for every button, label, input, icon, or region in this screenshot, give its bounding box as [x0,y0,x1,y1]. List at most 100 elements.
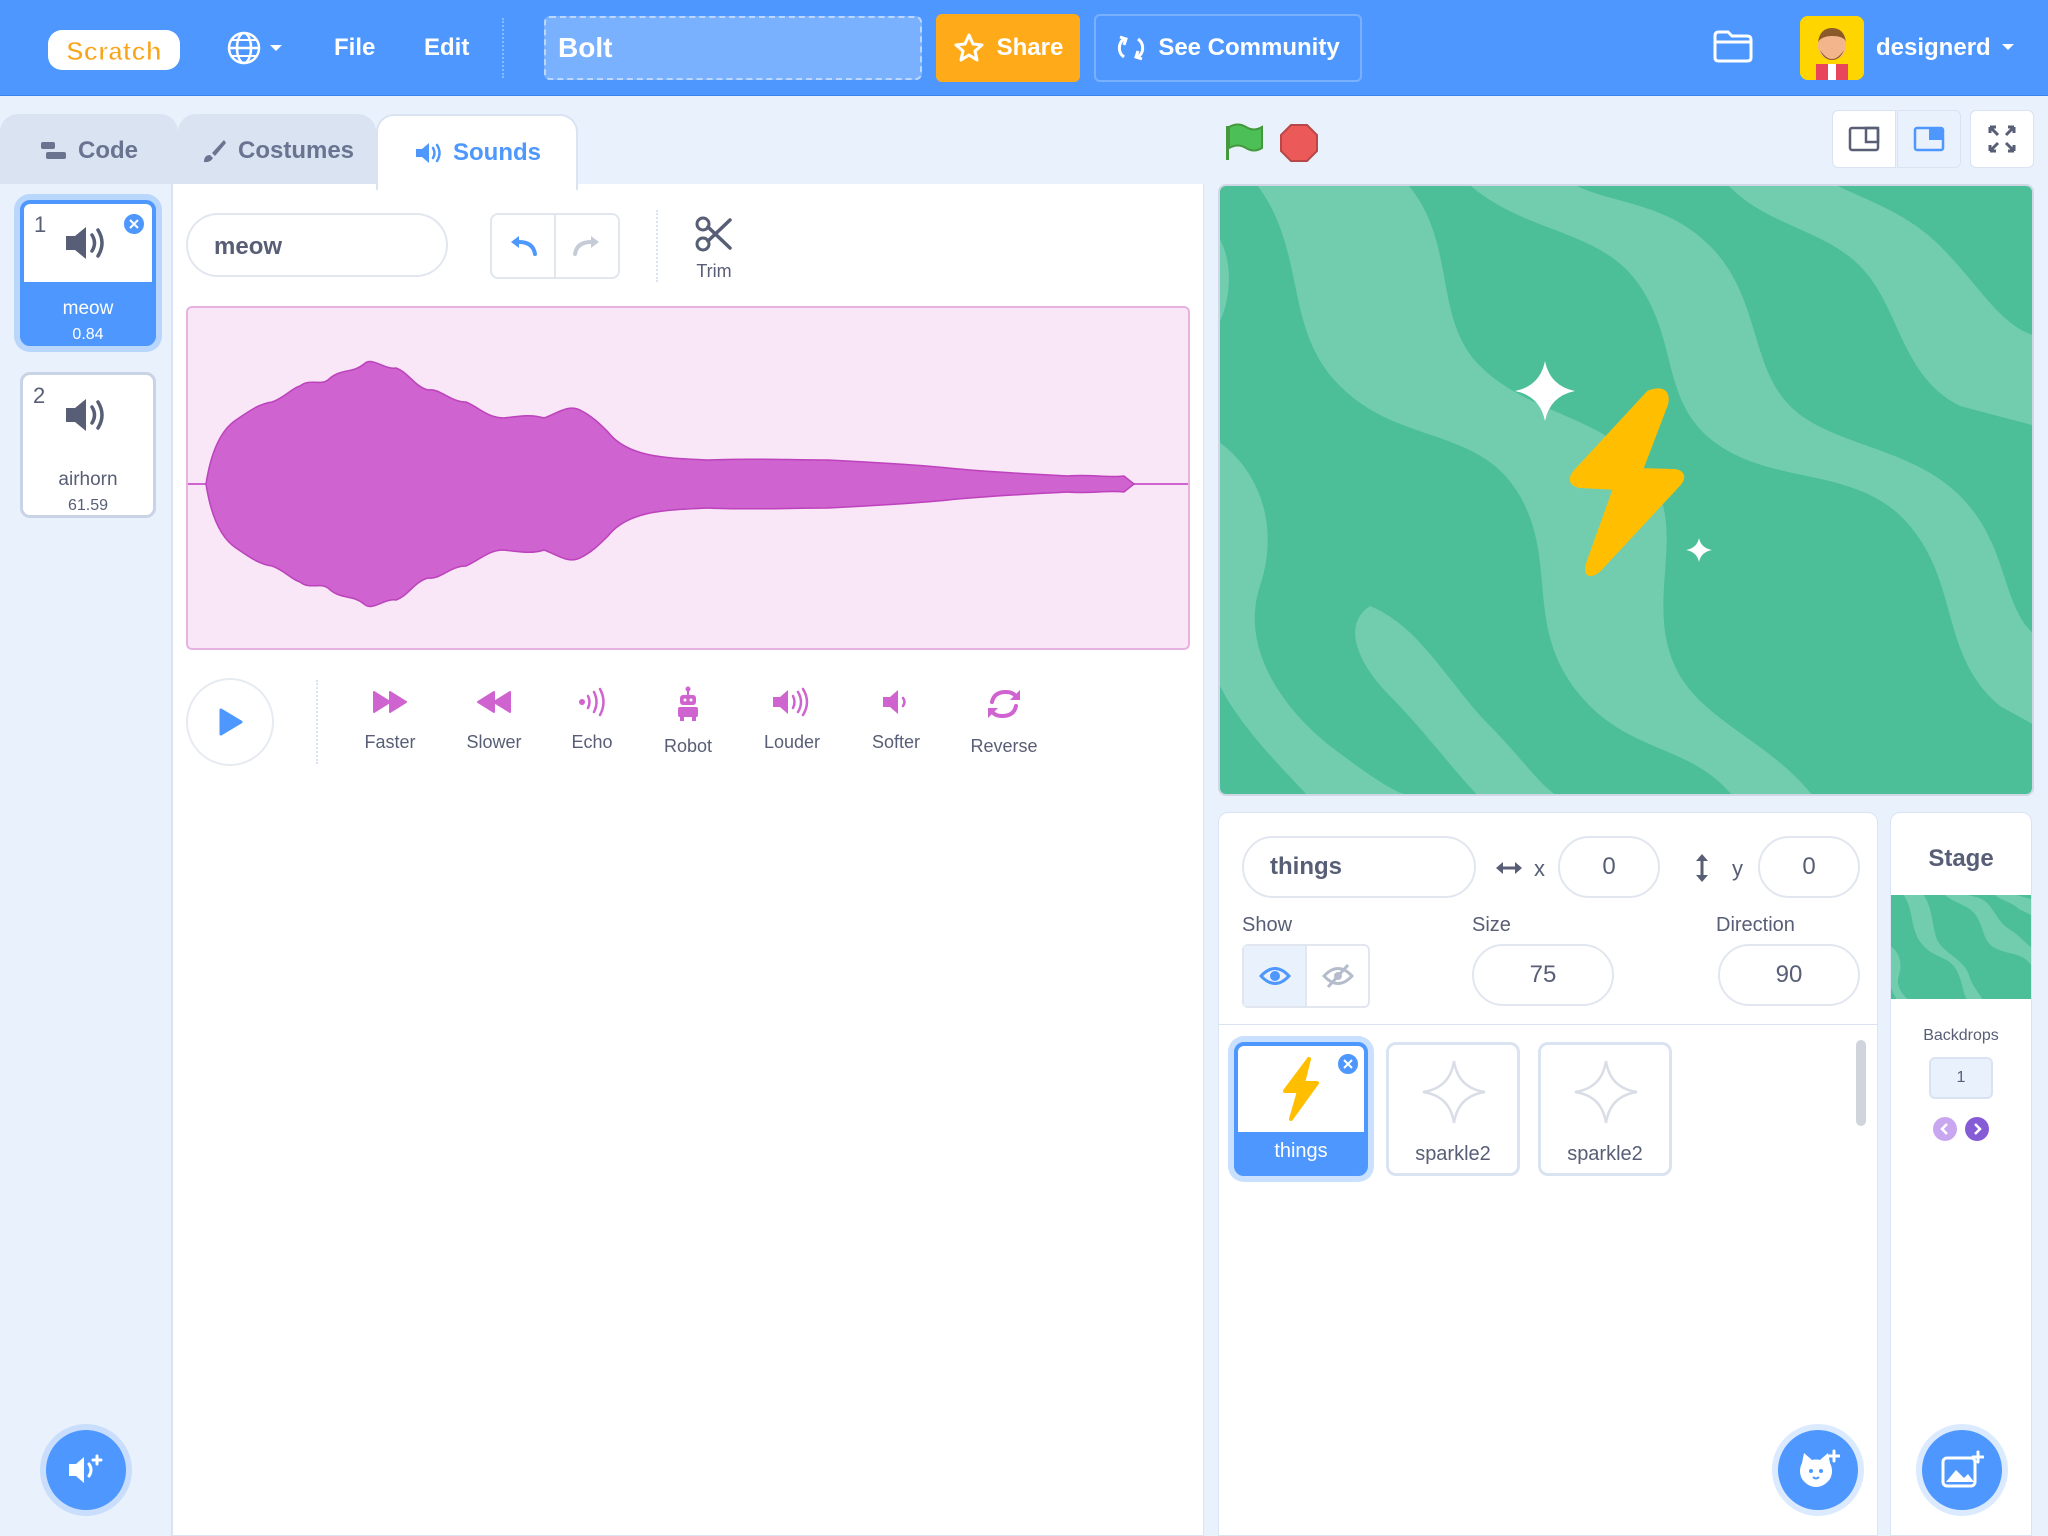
reverse-label: Reverse [970,736,1038,756]
redo-icon [573,236,599,256]
username[interactable]: designerd [1876,34,1991,62]
echo-icon [579,687,605,717]
scratch-logo[interactable]: Scratch [46,26,182,74]
size-label: Size [1472,914,1511,936]
waveform-graphic [188,360,1188,608]
echo-effect-button[interactable]: Echo [542,686,642,753]
small-stage-icon [1848,126,1880,152]
redo-button[interactable] [556,215,618,277]
play-sound-button[interactable] [186,678,274,766]
show-sprite-button[interactable] [1244,946,1307,1006]
softer-label: Softer [871,732,921,752]
sprite-name: things [1274,1140,1328,1162]
large-stage-button[interactable] [1897,110,1961,168]
speaker-icon [66,399,104,431]
horizontal-arrows-icon [1496,862,1522,874]
sprite-tile-sparkle2[interactable]: sparkle2 [1386,1042,1520,1176]
stage-canvas[interactable] [1218,184,2034,796]
menu-bar: Scratch File Edit Bolt Share See Communi… [0,0,2048,96]
sprite-name: sparkle2 [1567,1143,1643,1165]
add-backdrop-icon [1941,1450,1984,1488]
sound-item-meow[interactable]: 1 meow 0.84 [20,200,156,346]
small-stage-button[interactable] [1832,110,1896,168]
slower-effect-button[interactable]: Slower [444,686,544,753]
backdrop-count: 1 [1929,1057,1993,1099]
softer-effect-button[interactable]: Softer [846,686,946,753]
robot-effect-button[interactable]: Robot [638,686,738,757]
fullscreen-button[interactable] [1970,110,2034,168]
faster-effect-button[interactable]: Faster [340,686,440,753]
cat-add-icon [1800,1449,1840,1487]
slower-label: Slower [466,732,522,752]
delete-sound-button[interactable] [122,212,146,236]
tab-code[interactable]: Code [0,114,178,186]
scissors-icon [695,216,732,252]
previous-backdrop-button[interactable] [1933,1117,1957,1141]
faster-icon [373,691,407,713]
sound-name: meow [62,298,114,319]
trim-label: Trim [696,261,732,281]
close-icon [129,219,139,229]
file-menu[interactable]: File [334,34,375,62]
delete-sprite-button[interactable] [1336,1052,1360,1076]
size-input[interactable]: 75 [1472,944,1614,1006]
sound-number: 2 [33,383,46,408]
tab-code-label: Code [78,137,138,164]
waveform-display[interactable] [186,306,1190,650]
visibility-toggle [1242,944,1370,1008]
louder-label: Louder [763,732,821,752]
stage-selector-panel[interactable]: Stage Backdrops 1 [1890,812,2032,1536]
stage-backdrop [1220,186,2032,794]
project-title-input[interactable]: Bolt [544,16,922,80]
green-flag-icon[interactable] [1222,122,1264,167]
x-position-input[interactable]: 0 [1558,836,1660,898]
add-sound-button[interactable] [46,1430,126,1510]
hide-sprite-button[interactable] [1307,946,1368,1006]
sprite-tile-things[interactable]: things [1234,1042,1368,1176]
logo-text: Scratch [66,36,161,66]
reverse-effect-button[interactable]: Reverse [954,686,1054,757]
community-arrows-icon [1118,35,1145,61]
tab-costumes[interactable]: Costumes [178,114,376,186]
sound-duration: 0.84 [72,326,104,343]
direction-label: Direction [1716,914,1795,936]
add-backdrop-button[interactable] [1922,1430,2002,1510]
play-icon [219,708,243,736]
stage-title: Stage [1928,845,1994,872]
my-stuff-folder-icon[interactable] [1712,28,1754,69]
language-menu[interactable] [226,30,286,66]
toolbar-divider [656,210,658,282]
avatar[interactable] [1800,16,1864,80]
tab-costumes-label: Costumes [237,137,355,164]
sprite-panel-divider [1218,1024,1878,1025]
sound-name-input[interactable]: meow [186,213,448,277]
louder-effect-button[interactable]: Louder [742,686,842,753]
trim-button[interactable]: Trim [688,214,740,282]
sound-item-airhorn[interactable]: 2 airhorn 61.59 [20,372,156,518]
robot-icon [678,686,698,721]
sparkle-icon [1574,1060,1638,1124]
y-position-input[interactable]: 0 [1758,836,1860,898]
tab-sounds-label: Sounds [453,139,541,166]
backdrops-label: Backdrops [1923,1027,1999,1044]
large-stage-icon [1913,126,1945,152]
see-community-button[interactable]: See Community [1094,14,1362,82]
account-chevron-down-icon[interactable] [2000,42,2016,52]
share-button[interactable]: Share [936,14,1080,82]
sound-name: airhorn [58,469,118,490]
undo-button[interactable] [492,215,556,277]
direction-input[interactable]: 90 [1718,944,1860,1006]
stop-icon[interactable] [1278,122,1320,169]
edit-menu[interactable]: Edit [424,34,469,62]
fullscreen-icon [1988,125,2016,153]
tab-sounds[interactable]: Sounds [376,114,578,190]
star-icon [954,33,984,62]
sprite-name-input[interactable]: things [1242,836,1476,898]
add-sprite-button[interactable] [1778,1430,1858,1510]
close-icon [1343,1059,1353,1069]
chevron-down-icon [270,45,282,51]
sprite-tile-sparkle2[interactable]: sparkle2 [1538,1042,1672,1176]
lightning-bolt-icon [1283,1057,1319,1121]
next-backdrop-button[interactable] [1965,1117,1989,1141]
sprite-list-scrollbar[interactable] [1856,1040,1866,1126]
